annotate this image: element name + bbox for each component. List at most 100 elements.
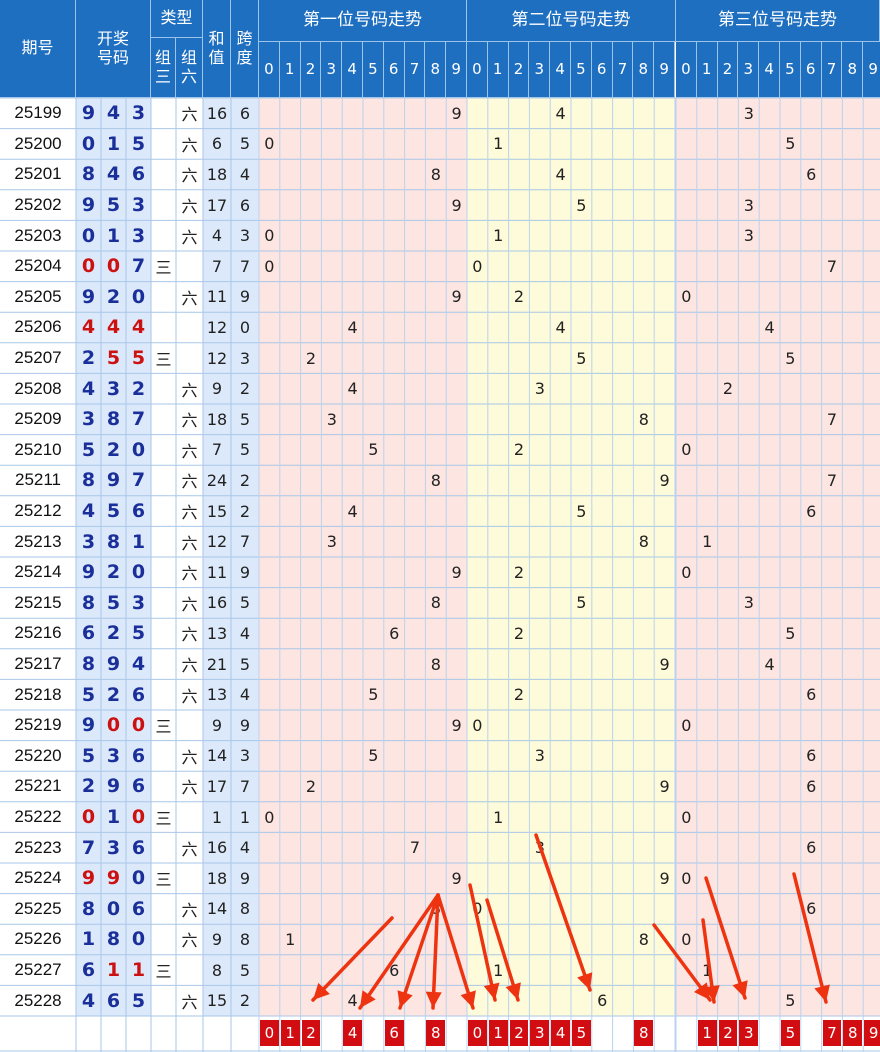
period-cell: 25216 (14, 623, 62, 643)
pick-pos3-digit[interactable]: 7 (822, 1020, 842, 1046)
draw-digit-2: 0 (106, 714, 121, 737)
trend-mark-pos2: 3 (534, 379, 545, 399)
period-cell: 25225 (14, 898, 62, 918)
pick-pos3-digit[interactable]: 9 (864, 1020, 880, 1046)
zone-1-background (259, 98, 467, 1016)
trend-mark-pos1: 8 (430, 470, 441, 490)
pick-pos3-digit[interactable]: 8 (843, 1020, 863, 1046)
draw-digit-1: 8 (81, 897, 96, 920)
trend-mark-pos1: 9 (451, 868, 462, 888)
trend-mark-pos3: 5 (785, 348, 796, 368)
trend-mark-pos1: 9 (451, 715, 462, 735)
draw-digit-2: 2 (106, 683, 121, 706)
pick-pos1-digit[interactable]: 0 (260, 1020, 279, 1046)
sum-cell: 16 (206, 838, 228, 858)
pick-pos2-digit[interactable]: 5 (572, 1020, 591, 1046)
pos3-digit-header-6: 6 (800, 42, 822, 98)
trend-mark-pos3: 3 (743, 195, 754, 215)
trend-mark-pos3: 0 (681, 287, 692, 307)
period-cell: 25213 (14, 531, 62, 551)
trend-mark-pos3: 6 (806, 776, 817, 796)
pick-pos1-digit[interactable]: 4 (343, 1020, 362, 1046)
draw-digit-2: 3 (106, 836, 121, 859)
span-header-line: 度 (236, 47, 253, 67)
position-3-title: 第三位号码走势 (676, 0, 880, 42)
pick-pos3-digit[interactable]: 1 (697, 1020, 717, 1046)
pos2-digit-header-7: 7 (612, 42, 634, 98)
pick-pos1-digit[interactable]: 8 (426, 1020, 446, 1046)
pick-pos2-digit[interactable]: 8 (634, 1020, 654, 1046)
pick-pos3-digit[interactable]: 3 (739, 1020, 759, 1046)
trend-mark-pos3: 0 (681, 868, 692, 888)
sum-header: 和值 (203, 0, 231, 98)
trend-mark-pos2: 2 (513, 685, 525, 705)
pos1-digit-header-6: 6 (383, 42, 405, 98)
sum-cell: 15 (206, 991, 228, 1011)
pos3-digit-header-7: 7 (821, 42, 843, 98)
pos3-digit-header-5: 5 (780, 42, 801, 98)
span-header-line: 跨 (236, 29, 253, 49)
sum-cell: 12 (206, 532, 228, 552)
span-cell: 4 (239, 685, 251, 705)
trend-mark-pos3: 3 (743, 593, 754, 613)
pick-pos1-digit[interactable]: 2 (301, 1020, 321, 1046)
trend-mark-pos2: 8 (638, 409, 649, 429)
draw-digit-2: 0 (106, 897, 121, 920)
period-cell: 25204 (14, 256, 62, 276)
zu-liu-header-line: 六 (180, 66, 197, 86)
draw-digit-1: 9 (81, 867, 96, 890)
pick-pos2-digit[interactable]: 0 (468, 1020, 487, 1046)
span-cell: 9 (239, 715, 251, 735)
zu-san-cell (151, 404, 176, 435)
pick-pos1-digit[interactable]: 1 (280, 1020, 300, 1046)
zu-san-cell (151, 98, 176, 129)
period-header: 期号 (0, 0, 76, 98)
trend-mark-pos1: 8 (430, 899, 441, 919)
pick-pos2-digit[interactable]: 1 (488, 1020, 508, 1046)
draw-digit-2: 4 (106, 316, 121, 339)
draw-digit-3: 7 (131, 255, 146, 278)
trend-mark-pos2: 9 (659, 776, 670, 796)
pick-pos2-digit[interactable]: 3 (530, 1020, 550, 1046)
period-cell: 25226 (14, 929, 62, 949)
span-cell: 5 (239, 409, 251, 429)
trend-mark-pos1: 4 (347, 501, 358, 521)
pick-pos1-digit[interactable]: 6 (384, 1020, 404, 1046)
pick-pos3-digit[interactable]: 2 (718, 1020, 738, 1046)
draw-digit-1: 9 (81, 102, 96, 125)
period-cell: 25205 (14, 286, 62, 306)
trend-mark-pos3: 7 (826, 256, 838, 276)
trend-mark-pos2: 8 (638, 532, 649, 552)
sum-cell: 11 (206, 287, 228, 307)
draw-digit-1: 8 (81, 163, 96, 186)
pick-pos2-digit[interactable]: 4 (551, 1020, 570, 1046)
sum-cell: 17 (206, 776, 228, 796)
period-cell: 25220 (14, 745, 62, 765)
draw-header: 开奖 号码 (76, 0, 151, 98)
period-cell: 25221 (14, 776, 62, 796)
period-cell: 25224 (14, 868, 62, 888)
sum-cell: 24 (206, 470, 228, 490)
span-cell: 5 (239, 654, 251, 674)
draw-digit-2: 9 (106, 867, 121, 890)
trend-mark-pos2: 9 (659, 470, 670, 490)
draw-digit-2: 4 (106, 102, 121, 125)
draw-digit-3: 5 (131, 989, 146, 1012)
draw-digit-3: 0 (131, 928, 146, 951)
trend-mark-pos2: 9 (659, 654, 670, 674)
pick-pos2-digit[interactable]: 2 (509, 1020, 529, 1046)
trend-mark-pos3: 2 (722, 379, 734, 399)
zu-san-cell (151, 496, 176, 527)
draw-digit-3: 0 (131, 561, 146, 584)
sum-cell: 9 (211, 715, 223, 735)
trend-mark-pos3: 0 (681, 562, 692, 582)
span-cell: 5 (239, 960, 251, 980)
trend-mark-pos2: 9 (659, 868, 670, 888)
pick-pos3-digit[interactable]: 5 (781, 1020, 800, 1046)
pos1-digit-header-4: 4 (342, 42, 363, 98)
zu-san-cell (151, 771, 176, 802)
sum-cell: 12 (206, 348, 228, 368)
draw-digit-3: 5 (131, 622, 146, 645)
zu-liu-cell: 六 (181, 564, 198, 584)
span-cell: 1 (239, 807, 251, 827)
